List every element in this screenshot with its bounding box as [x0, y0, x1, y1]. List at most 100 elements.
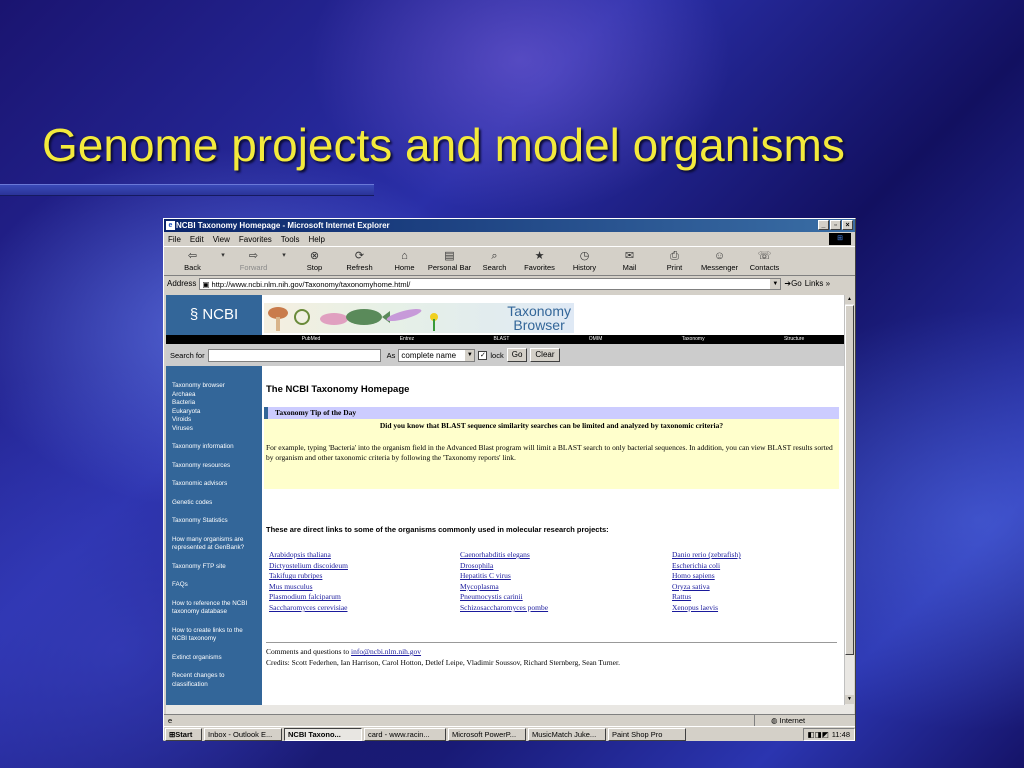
ncbi-logo[interactable]: § NCBI	[166, 295, 262, 335]
links-button[interactable]: Links »	[805, 279, 830, 288]
favorites-button[interactable]: ★ Favorites	[517, 247, 562, 272]
sidebar-item[interactable]: Genetic codes	[172, 499, 260, 508]
close-button[interactable]: ×	[842, 220, 853, 230]
search-input[interactable]	[207, 348, 381, 362]
menu-favorites[interactable]: Favorites	[239, 235, 272, 244]
messenger-button[interactable]: ☺ Messenger	[697, 247, 742, 272]
organism-link[interactable]: Schizosaccharomyces pombe	[460, 603, 672, 612]
sidebar-item[interactable]: Viroids	[172, 416, 260, 425]
sidebar-item[interactable]: How to create links to the	[172, 627, 260, 636]
history-button[interactable]: ◷ History	[562, 247, 607, 272]
vertical-scrollbar[interactable]: ▲ ▼	[844, 295, 854, 705]
organism-link[interactable]: Escherichia coli	[672, 561, 829, 570]
refresh-button[interactable]: ⟳ Refresh	[337, 247, 382, 272]
scroll-up-icon[interactable]: ▲	[845, 295, 854, 304]
organism-link[interactable]: Mus musculus	[269, 582, 460, 591]
window-titlebar[interactable]: e NCBI Taxonomy Homepage - Microsoft Int…	[164, 219, 855, 232]
sidebar-item[interactable]: classification	[172, 681, 260, 690]
organism-link[interactable]: Xenopus laevis	[672, 603, 829, 612]
organism-link[interactable]: Arabidopsis thaliana	[269, 550, 460, 559]
contacts-button[interactable]: ☏ Contacts	[742, 247, 787, 272]
minimize-button[interactable]: _	[818, 220, 829, 230]
sidebar-item[interactable]: Extinct organisms	[172, 654, 260, 663]
taskbar-task[interactable]: card - www.racin...	[364, 727, 446, 741]
sidebar-item[interactable]: NCBI taxonomy	[172, 635, 260, 644]
organism-link[interactable]: Mycoplasma	[460, 582, 672, 591]
address-input[interactable]: ▣ http://www.ncbi.nlm.nih.gov/Taxonomy/t…	[199, 277, 782, 290]
personal-bar-button-label: Personal Bar	[427, 263, 472, 272]
organism-link[interactable]: Homo sapiens	[672, 571, 829, 580]
sidebar-item[interactable]: Taxonomy information	[172, 443, 260, 452]
nav-entrez[interactable]: Entrez	[400, 335, 414, 344]
sidebar-item[interactable]: Taxonomy browser	[172, 382, 260, 391]
nav-pubmed[interactable]: PubMed	[302, 335, 321, 344]
organism-link[interactable]: Oryza sativa	[672, 582, 829, 591]
nav-omim[interactable]: OMIM	[589, 335, 603, 344]
lock-checkbox[interactable]: ✓	[478, 350, 488, 360]
email-link[interactable]: info@ncbi.nlm.nih.gov	[351, 647, 421, 656]
start-button[interactable]: ⊞Start	[165, 727, 202, 741]
scroll-down-icon[interactable]: ▼	[845, 695, 854, 704]
menu-edit[interactable]: Edit	[190, 235, 204, 244]
menu-help[interactable]: Help	[308, 235, 324, 244]
maximize-button[interactable]: ▫	[830, 220, 841, 230]
sidebar-item[interactable]: FAQs	[172, 581, 260, 590]
nav-blast[interactable]: BLAST	[494, 335, 510, 344]
sidebar-item[interactable]: How many organisms are	[172, 536, 260, 545]
organism-link[interactable]: Plasmodium falciparum	[269, 592, 460, 601]
taskbar-task[interactable]: MusicMatch Juke...	[528, 727, 606, 741]
organism-link[interactable]: Dictyostelium discoideum	[269, 561, 460, 570]
sidebar-spacer	[172, 526, 260, 536]
sidebar-spacer	[172, 662, 260, 672]
organism-link[interactable]: Rattus	[672, 592, 829, 601]
sidebar-item[interactable]: Taxonomy resources	[172, 462, 260, 471]
nav-taxonomy[interactable]: Taxonomy	[682, 335, 705, 344]
sidebar-item[interactable]: Archaea	[172, 391, 260, 400]
forward-button[interactable]: ⇨ Forward	[231, 247, 276, 272]
sidebar-item[interactable]: Bacteria	[172, 399, 260, 408]
taskbar-task[interactable]: NCBI Taxono...	[284, 727, 362, 741]
sidebar-item[interactable]: Taxonomic advisors	[172, 480, 260, 489]
sidebar-item[interactable]: Taxonomy FTP site	[172, 563, 260, 572]
menu-file[interactable]: File	[168, 235, 181, 244]
personal-bar-button[interactable]: ▤ Personal Bar	[427, 247, 472, 272]
clear-button[interactable]: Clear	[530, 348, 560, 362]
taskbar-task[interactable]: Paint Shop Pro	[608, 727, 686, 741]
address-url: http://www.ncbi.nlm.nih.gov/Taxonomy/tax…	[211, 279, 411, 289]
menu-view[interactable]: View	[213, 235, 230, 244]
sidebar-item[interactable]: Taxonomy Statistics	[172, 517, 260, 526]
home-button[interactable]: ⌂ Home	[382, 247, 427, 272]
organism-link[interactable]: Pneumocystis carinii	[460, 592, 672, 601]
horizontal-scrollbar[interactable]	[166, 705, 854, 714]
address-dropdown-icon[interactable]: ▼	[770, 278, 781, 289]
sidebar-item[interactable]: Eukaryota	[172, 408, 260, 417]
scroll-thumb[interactable]	[845, 305, 854, 655]
organism-link[interactable]: Takifugu rubripes	[269, 571, 460, 580]
sidebar-item[interactable]: Recent changes to	[172, 672, 260, 681]
search-button[interactable]: ⌕ Search	[472, 247, 517, 272]
nav-structure[interactable]: Structure	[784, 335, 804, 344]
sidebar-item[interactable]: represented at GenBank?	[172, 544, 260, 553]
search-mode-select[interactable]: complete name ▼	[398, 348, 476, 362]
organism-link[interactable]: Hepatitis C virus	[460, 571, 672, 580]
organism-link[interactable]: Drosophila	[460, 561, 672, 570]
forward-dropdown-icon[interactable]: ▾	[276, 247, 292, 263]
search-go-button[interactable]: Go	[506, 348, 528, 362]
mail-button[interactable]: ✉ Mail	[607, 247, 652, 272]
sidebar-item[interactable]: How to reference the NCBI	[172, 600, 260, 609]
taskbar-task[interactable]: Inbox - Outlook E...	[204, 727, 282, 741]
menu-tools[interactable]: Tools	[281, 235, 300, 244]
go-button[interactable]: ➔Go	[784, 279, 801, 288]
tray-icons[interactable]: ◧◨◩	[808, 729, 829, 740]
organism-link[interactable]: Caenorhabditis elegans	[460, 550, 672, 559]
print-button[interactable]: ⎙ Print	[652, 247, 697, 272]
taskbar: ⊞Start Inbox - Outlook E... NCBI Taxono..…	[164, 726, 855, 741]
sidebar-item[interactable]: Viruses	[172, 425, 260, 434]
taskbar-task[interactable]: Microsoft PowerP...	[448, 727, 526, 741]
organism-link[interactable]: Saccharomyces cerevisiae	[269, 603, 460, 612]
organism-link[interactable]: Danio rerio (zebrafish)	[672, 550, 829, 559]
back-dropdown-icon[interactable]: ▾	[215, 247, 231, 263]
sidebar-item[interactable]: taxonomy database	[172, 608, 260, 617]
back-button[interactable]: ⇦ Back	[170, 247, 215, 272]
stop-button[interactable]: ⊗ Stop	[292, 247, 337, 272]
